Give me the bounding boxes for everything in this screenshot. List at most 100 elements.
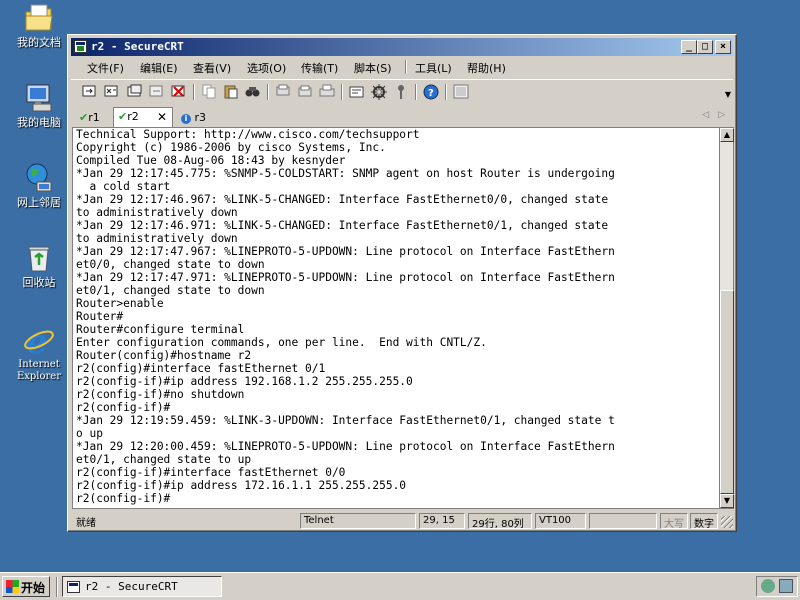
recycle-bin-icon (23, 242, 55, 274)
folder-icon (23, 2, 55, 34)
find-icon[interactable] (244, 83, 262, 100)
terminal-line: o up (76, 427, 103, 440)
terminal-line: r2(config-if)# (76, 492, 171, 505)
desktop-icon-label: 回收站 (22, 276, 56, 289)
toolbar-overflow-icon[interactable]: ▼ (725, 90, 731, 99)
tab-r2[interactable]: ✔r2 ✕ (113, 107, 173, 127)
menu-help[interactable]: 帮助(H) (467, 60, 506, 76)
connected-check-icon: ✔ (118, 110, 128, 123)
desktop-icon-my-computer[interactable]: 我的电脑 (8, 82, 70, 129)
menu-transfer[interactable]: 传输(T) (301, 60, 338, 76)
print-icon[interactable] (318, 83, 336, 100)
quick-connect-icon[interactable] (103, 83, 121, 100)
terminal-line: *Jan 29 12:17:47.967: %LINEPROTO-5-UPDOW… (76, 245, 615, 258)
toolbar-separator (267, 84, 269, 100)
terminal-scrollbar[interactable]: ▲ ▼ (720, 127, 734, 509)
tab-r1[interactable]: ✔r1 (75, 109, 104, 127)
status-protocol: Telnet (300, 513, 416, 529)
toolbar: ? ▼ (71, 79, 733, 103)
session-options-icon[interactable] (348, 83, 366, 100)
terminal-line: Router>enable (76, 297, 164, 310)
resize-grip-icon[interactable] (721, 516, 733, 528)
windows-logo-icon (6, 580, 19, 593)
minimize-button[interactable]: _ (681, 40, 697, 54)
desktop-icon-internet-explorer[interactable]: e Internet Explorer (8, 322, 70, 383)
terminal-line: et0/1, changed state to up (76, 453, 252, 466)
connect-in-tab-icon[interactable] (126, 83, 144, 100)
title-bar[interactable]: r2 - SecureCRT _ □ × (71, 38, 733, 56)
scroll-down-icon[interactable]: ▼ (720, 494, 734, 508)
menu-script[interactable]: 脚本(S) (354, 60, 392, 76)
taskbar-button-securecrt[interactable]: r2 - SecureCRT (62, 576, 222, 597)
toolbar-separator (445, 84, 447, 100)
tray-network-icon[interactable] (779, 579, 793, 593)
desktop-icon-label: Internet Explorer (16, 359, 62, 382)
terminal-line: to administratively down (76, 232, 238, 245)
disconnect-icon[interactable] (170, 83, 188, 100)
tab-label: r1 (88, 111, 100, 124)
start-button[interactable]: 开始 (2, 576, 50, 597)
status-bar: 就绪 Telnet 29, 15 29行, 80列 VT100 大写 数字 (71, 512, 733, 530)
tab-scroll-left-icon[interactable]: ◁ (702, 110, 709, 120)
start-label: 开始 (21, 581, 46, 595)
terminal-line: *Jan 29 12:20:00.459: %LINEPROTO-5-UPDOW… (76, 440, 615, 453)
tab-scroll-right-icon[interactable]: ▷ (718, 110, 725, 120)
status-ready: 就绪 (76, 518, 96, 529)
terminal-line: r2(config)#interface fastEthernet 0/1 (76, 362, 326, 375)
print-setup-icon[interactable] (274, 83, 292, 100)
menu-edit[interactable]: 编辑(E) (140, 60, 178, 76)
menu-view[interactable]: 查看(V) (193, 60, 231, 76)
taskbar: 开始 r2 - SecureCRT (0, 572, 800, 600)
status-caps-lock: 大写 (660, 513, 688, 529)
terminal-line: et0/0, changed state to down (76, 258, 265, 271)
help-icon[interactable]: ? (422, 83, 440, 100)
copy-icon[interactable] (200, 83, 218, 100)
keymap-icon[interactable] (392, 83, 410, 100)
terminal-line: Router# (76, 310, 124, 323)
taskbar-button-label: r2 - SecureCRT (85, 580, 178, 593)
connect-icon[interactable] (81, 83, 99, 100)
sftp-icon[interactable] (452, 83, 470, 100)
menu-options[interactable]: 选项(O) (247, 60, 286, 76)
info-icon: i (181, 114, 191, 124)
terminal-area[interactable]: Technical Support: http://www.cisco.com/… (72, 127, 720, 509)
status-terminal-size: 29行, 80列 (468, 513, 532, 529)
terminal-line: Enter configuration commands, one per li… (76, 336, 487, 349)
print-selection-icon[interactable] (296, 83, 314, 100)
terminal-line: et0/1, changed state to down (76, 284, 265, 297)
terminal-line: r2(config-if)#ip address 192.168.1.2 255… (76, 375, 413, 388)
terminal-line: *Jan 29 12:17:46.971: %LINK-5-CHANGED: I… (76, 219, 609, 232)
terminal-line: Compiled Tue 08-Aug-06 18:43 by kesnyder (76, 154, 346, 167)
tab-close-icon[interactable]: ✕ (157, 110, 167, 124)
svg-text:?: ? (428, 88, 434, 99)
connected-check-icon: ✔ (79, 111, 89, 124)
scroll-up-icon[interactable]: ▲ (720, 128, 734, 142)
tab-label: r3 (194, 111, 207, 124)
menu-file[interactable]: 文件(F) (87, 60, 124, 76)
scrollbar-thumb[interactable] (720, 290, 734, 494)
desktop-icon-recycle-bin[interactable]: 回收站 (8, 242, 70, 289)
tray-shield-icon[interactable] (761, 579, 775, 593)
status-num-lock: 数字 (690, 513, 718, 529)
tab-r3[interactable]: i r3 (177, 109, 210, 127)
terminal-line: Router#configure terminal (76, 323, 245, 336)
terminal-line: *Jan 29 12:17:45.775: %SNMP-5-COLDSTART:… (76, 167, 615, 180)
paste-icon[interactable] (222, 83, 240, 100)
status-emulation: VT100 (535, 513, 586, 529)
internet-explorer-icon: e (23, 322, 55, 362)
global-options-icon[interactable] (370, 83, 388, 100)
terminal-output: Technical Support: http://www.cisco.com/… (73, 128, 719, 505)
terminal-line: r2(config-if)#interface fastEthernet 0/0 (76, 466, 346, 479)
close-button[interactable]: × (715, 40, 731, 54)
menu-tools[interactable]: 工具(L) (415, 60, 452, 76)
desktop-icon-network[interactable]: 网上邻居 (8, 162, 70, 209)
menu-separator (405, 60, 407, 74)
desktop-icon-my-documents[interactable]: 我的文档 (8, 2, 70, 49)
toolbar-separator (193, 84, 195, 100)
toolbar-separator (415, 84, 417, 100)
desktop-icon-label: 网上邻居 (17, 196, 61, 209)
terminal-line: r2(config-if)# (76, 401, 171, 414)
toolbar-separator (341, 84, 343, 100)
reconnect-icon[interactable] (148, 83, 166, 100)
maximize-button[interactable]: □ (697, 40, 713, 54)
